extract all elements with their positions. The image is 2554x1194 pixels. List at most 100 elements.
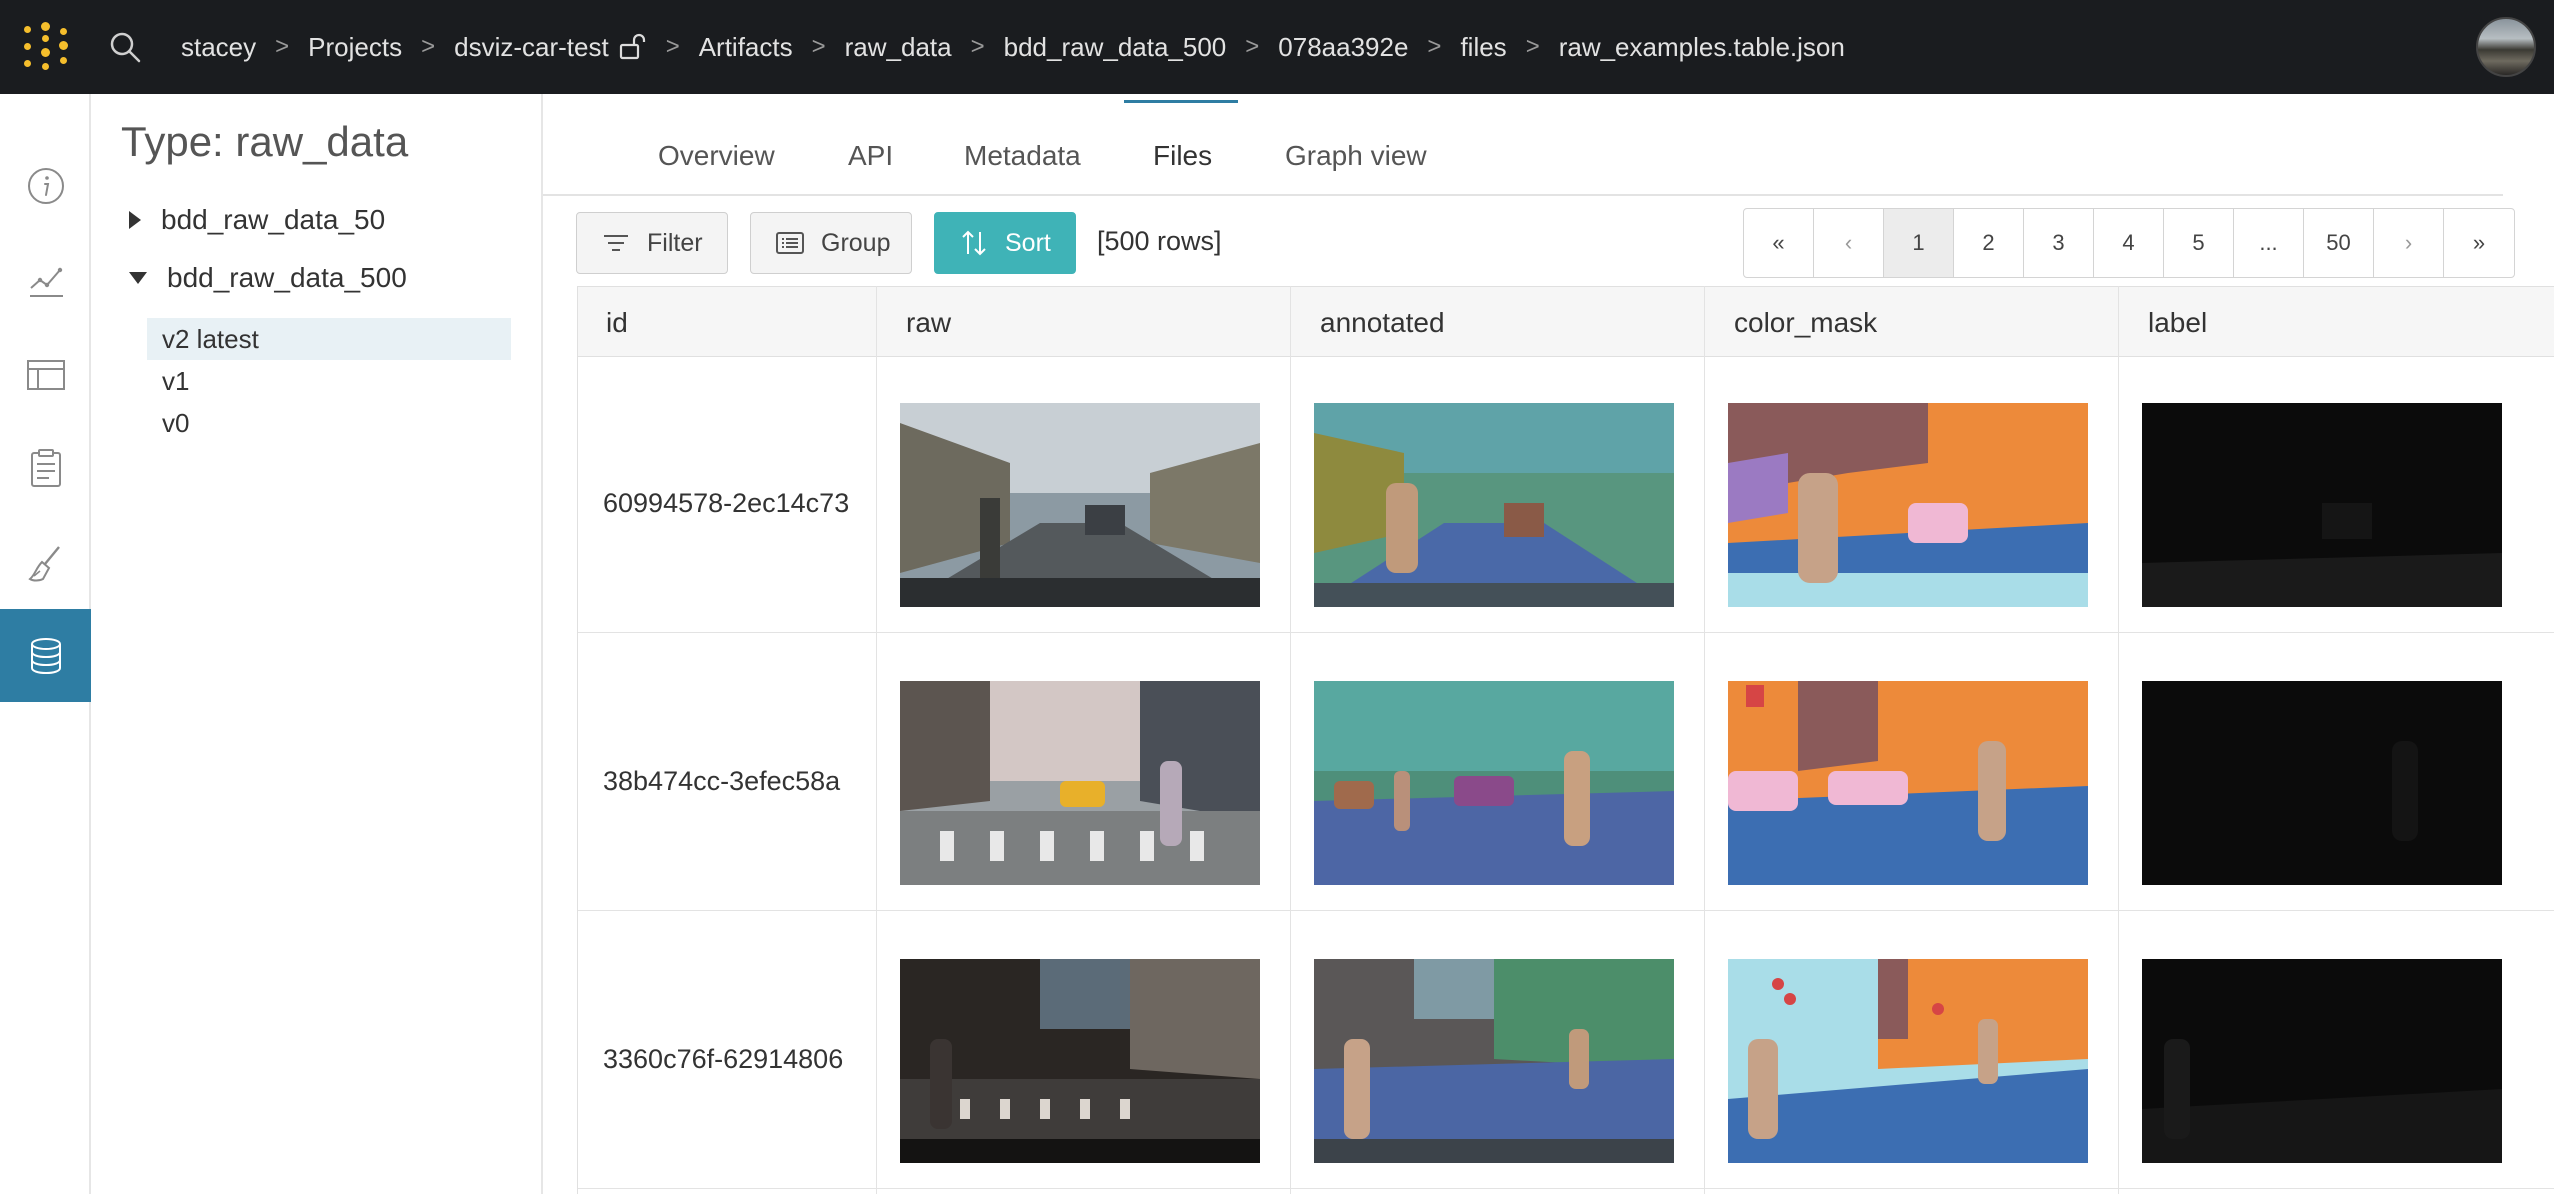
active-tab-indicator	[1124, 100, 1238, 103]
page-5-button[interactable]: 5	[2164, 209, 2234, 277]
chevron-right-icon: >	[1525, 33, 1540, 60]
last-page-button[interactable]: »	[2444, 209, 2514, 277]
row-divider	[578, 632, 2554, 633]
wandb-logo-icon[interactable]	[22, 22, 70, 72]
column-divider	[876, 286, 877, 1194]
row-divider	[578, 910, 2554, 911]
breadcrumb-version[interactable]: 078aa392e	[1278, 32, 1408, 63]
next-page-button[interactable]: ›	[2374, 209, 2444, 277]
group-button[interactable]: Group	[750, 212, 912, 274]
row-divider	[578, 1188, 2554, 1189]
chevron-right-icon: >	[1427, 33, 1442, 60]
label-image-thumbnail[interactable]	[2142, 403, 2502, 607]
page-3-button[interactable]: 3	[2024, 209, 2094, 277]
table-icon	[26, 359, 65, 390]
column-header-annotated[interactable]: annotated	[1320, 307, 1445, 339]
label-image-thumbnail[interactable]	[2142, 681, 2502, 885]
rail-charts[interactable]	[0, 234, 91, 327]
chevron-right-icon: >	[811, 33, 826, 60]
column-header-color-mask[interactable]: color_mask	[1734, 307, 1877, 339]
breadcrumb-type[interactable]: raw_data	[845, 32, 952, 63]
column-divider	[1704, 286, 1705, 1194]
column-divider	[2118, 286, 2119, 1194]
caret-down-icon	[129, 272, 147, 284]
icon-rail	[0, 94, 91, 1194]
group-icon	[776, 232, 804, 254]
search-icon[interactable]	[108, 30, 142, 64]
tab-graph-view[interactable]: Graph view	[1285, 140, 1427, 172]
artifact-tree-panel: Type: raw_data bdd_raw_data_50 bdd_raw_d…	[91, 94, 543, 1194]
breadcrumb-projects[interactable]: Projects	[308, 32, 402, 63]
tab-api[interactable]: API	[848, 140, 893, 172]
page-1-button[interactable]: 1	[1884, 209, 1954, 277]
color-mask-thumbnail[interactable]	[1728, 681, 2088, 885]
column-header-raw[interactable]: raw	[906, 307, 951, 339]
filter-button[interactable]: Filter	[576, 212, 728, 274]
caret-right-icon	[129, 211, 141, 229]
chevron-right-icon: >	[665, 33, 680, 60]
raw-image-thumbnail[interactable]	[900, 681, 1260, 885]
tab-overview[interactable]: Overview	[658, 140, 775, 172]
breadcrumb-artifacts[interactable]: Artifacts	[699, 32, 793, 63]
row-id-cell: 38b474cc-3efec58a	[603, 766, 841, 796]
chevron-right-icon: >	[421, 33, 436, 60]
top-bar: stacey > Projects > dsviz-car-test > Art…	[0, 0, 2554, 94]
label-image-thumbnail[interactable]	[2142, 959, 2502, 1163]
data-table: id raw annotated color_mask label 609945…	[577, 286, 2554, 1194]
chevron-right-icon: >	[1245, 33, 1260, 60]
sort-button[interactable]: Sort	[934, 212, 1076, 274]
sort-icon	[962, 230, 986, 256]
version-v2-latest[interactable]: v2 latest	[147, 318, 511, 360]
color-mask-thumbnail[interactable]	[1728, 959, 2088, 1163]
tab-files[interactable]: Files	[1153, 140, 1212, 172]
database-icon	[30, 637, 61, 674]
annotated-image-thumbnail[interactable]	[1314, 403, 1674, 607]
version-v1[interactable]: v1	[147, 360, 511, 402]
chart-icon	[29, 267, 63, 297]
user-avatar[interactable]	[2476, 17, 2536, 77]
clipboard-icon	[30, 448, 61, 487]
page-ellipsis: ...	[2234, 209, 2304, 277]
rail-table[interactable]	[0, 328, 91, 421]
chevron-right-icon: >	[275, 33, 290, 60]
breadcrumb-artifact[interactable]: bdd_raw_data_500	[1004, 32, 1227, 63]
unlock-icon[interactable]	[617, 32, 647, 62]
raw-image-thumbnail[interactable]	[900, 959, 1260, 1163]
rail-reports[interactable]	[0, 421, 91, 514]
table-header: id raw annotated color_mask label	[578, 286, 2554, 357]
page-2-button[interactable]: 2	[1954, 209, 2024, 277]
page-50-button[interactable]: 50	[2304, 209, 2374, 277]
annotated-image-thumbnail[interactable]	[1314, 959, 1674, 1163]
breadcrumb: stacey > Projects > dsviz-car-test > Art…	[181, 0, 1845, 94]
tree-node-bdd-raw-data-500[interactable]: bdd_raw_data_500	[129, 262, 407, 294]
tab-metadata[interactable]: Metadata	[964, 140, 1081, 172]
row-id-cell: 3360c76f-62914806	[603, 1044, 844, 1074]
version-v0[interactable]: v0	[147, 402, 511, 444]
artifact-tabs: Overview API Metadata Files Graph view	[543, 94, 2503, 196]
rows-count: [500 rows]	[1097, 226, 1222, 256]
column-header-label[interactable]: label	[2148, 307, 2207, 339]
color-mask-thumbnail[interactable]	[1728, 403, 2088, 607]
rail-artifacts[interactable]	[0, 609, 91, 702]
tree-node-label: bdd_raw_data_500	[167, 262, 407, 293]
row-id-cell: 60994578-2ec14c73	[603, 488, 850, 518]
column-header-id[interactable]: id	[606, 307, 628, 339]
annotated-image-thumbnail[interactable]	[1314, 681, 1674, 885]
raw-image-thumbnail[interactable]	[900, 403, 1260, 607]
chevron-right-icon: >	[970, 33, 985, 60]
column-divider	[1290, 286, 1291, 1194]
breadcrumb-project[interactable]: dsviz-car-test	[454, 32, 609, 63]
first-page-button[interactable]: «	[1744, 209, 1814, 277]
sweep-brush-icon	[27, 545, 60, 581]
rail-info[interactable]	[0, 139, 91, 232]
artifact-type-title: Type: raw_data	[121, 118, 409, 165]
prev-page-button[interactable]: ‹	[1814, 209, 1884, 277]
breadcrumb-file: raw_examples.table.json	[1558, 31, 1845, 62]
tree-node-bdd-raw-data-50[interactable]: bdd_raw_data_50	[129, 204, 385, 236]
sort-label: Sort	[1005, 228, 1051, 257]
rail-sweeps[interactable]	[0, 516, 91, 609]
page-4-button[interactable]: 4	[2094, 209, 2164, 277]
group-label: Group	[821, 228, 891, 257]
breadcrumb-user[interactable]: stacey	[181, 32, 256, 63]
breadcrumb-files[interactable]: files	[1460, 32, 1506, 63]
